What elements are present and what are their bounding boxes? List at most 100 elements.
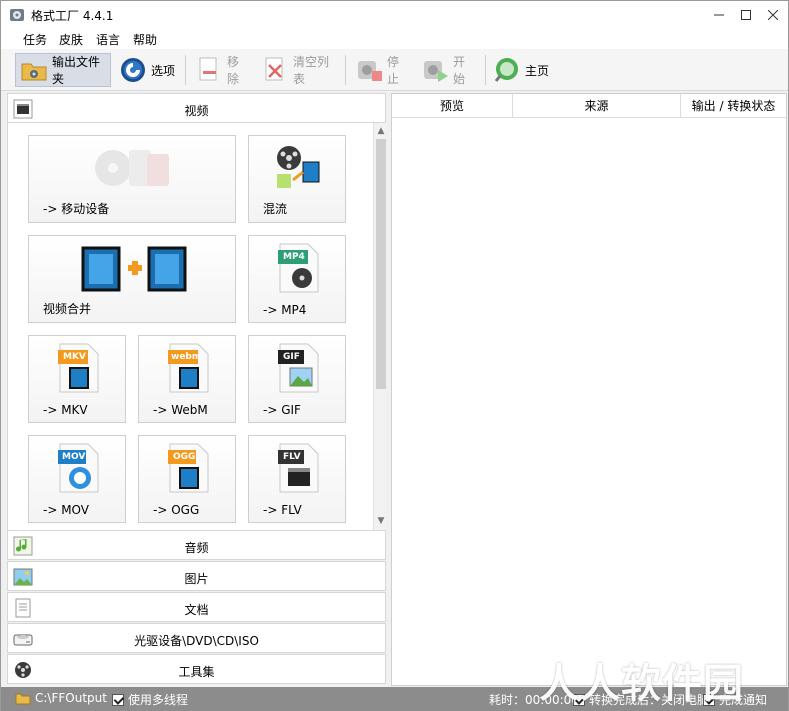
tile-merge-label: 视频合并 — [43, 302, 92, 316]
tile-mobile-device[interactable]: -> 移动设备 — [28, 135, 236, 223]
tile-mkv[interactable]: MKV -> MKV — [28, 335, 126, 423]
scroll-down-icon[interactable]: ▼ — [375, 515, 387, 527]
close-button[interactable] — [759, 1, 787, 29]
output-path: C:\FFOutput — [35, 691, 107, 705]
home-button[interactable]: 主页 — [489, 53, 555, 87]
folder-icon — [21, 63, 47, 81]
start-button[interactable]: 开始 — [417, 53, 479, 87]
task-list[interactable]: 预览 来源 输出 / 转换状态 — [391, 93, 787, 686]
category-tools[interactable]: 工具集 — [7, 654, 386, 684]
tile-mp4[interactable]: MP4 -> MP4 — [248, 235, 346, 323]
tile-mkv-label: -> MKV — [43, 403, 88, 417]
menu-help[interactable]: 帮助 — [133, 31, 157, 48]
multithread-toggle[interactable]: 使用多线程 — [112, 691, 188, 708]
tile-scrollbar[interactable]: ▲ ▼ — [373, 123, 386, 530]
minimize-button[interactable] — [705, 1, 733, 29]
mkv-file-icon — [58, 343, 99, 393]
menu-language[interactable]: 语言 — [96, 31, 120, 48]
flv-file-icon — [278, 443, 319, 493]
function-panel: 视频 -> 移动设备 混流 视频合并 MP4 -> MP4 MKV -> MKV… — [7, 93, 386, 686]
menu-task[interactable]: 任务 — [23, 31, 47, 48]
output-folder-label: 输出文件夹 — [52, 55, 101, 86]
multithread-checkbox[interactable] — [112, 693, 124, 706]
gif-badge-text: GIF — [283, 352, 300, 362]
toolbar: 输出文件夹 选项 移除 清空列表 停止 开始 主页 — [1, 49, 788, 91]
maximize-button[interactable] — [732, 1, 760, 29]
remove-document-icon — [199, 57, 217, 81]
tile-flv[interactable]: FLV -> FLV — [248, 435, 346, 523]
video-merge-icon — [81, 246, 187, 292]
menu-bar: 任务 皮肤 语言 帮助 — [1, 29, 788, 49]
category-tools-label: 工具集 — [178, 665, 215, 679]
window-title: 格式工厂 4.4.1 — [31, 9, 114, 23]
menu-skin[interactable]: 皮肤 — [59, 31, 83, 48]
tile-ogg[interactable]: OGG -> OGG — [138, 435, 236, 523]
stop-icon — [358, 61, 382, 81]
category-video[interactable]: 视频 — [7, 93, 386, 123]
scroll-up-icon[interactable]: ▲ — [375, 125, 387, 137]
tile-gif-label: -> GIF — [263, 403, 301, 417]
home-label: 主页 — [525, 63, 550, 78]
category-image-label: 图片 — [184, 572, 209, 586]
webm-file-icon — [168, 343, 209, 393]
mux-reel-icon — [277, 146, 320, 188]
category-image[interactable]: 图片 — [7, 561, 386, 591]
column-preview[interactable]: 预览 — [392, 94, 513, 118]
tile-ogg-label: -> OGG — [153, 503, 200, 517]
folder-small-icon — [15, 693, 31, 705]
options-label: 选项 — [151, 63, 176, 78]
video-tiles: -> 移动设备 混流 视频合并 MP4 -> MP4 MKV -> MKV we… — [7, 123, 373, 530]
tile-webm[interactable]: webm -> WebM — [138, 335, 236, 423]
mov-badge-text: MOV — [62, 452, 86, 462]
ogg-file-icon — [168, 443, 209, 493]
tile-mov[interactable]: MOV -> MOV — [28, 435, 126, 523]
output-folder-button[interactable]: 输出文件夹 — [15, 53, 111, 87]
multithread-label: 使用多线程 — [128, 693, 189, 707]
remove-label: 移除 — [227, 55, 240, 86]
home-globe-icon — [494, 58, 518, 82]
category-document-label: 文档 — [184, 603, 209, 617]
tile-video-merge[interactable]: 视频合并 — [28, 235, 236, 323]
maximize-icon — [741, 10, 751, 20]
stop-button[interactable]: 停止 — [351, 53, 413, 87]
scroll-thumb[interactable] — [376, 139, 386, 389]
clear-list-icon — [265, 57, 283, 81]
stop-label: 停止 — [387, 55, 400, 86]
category-audio[interactable]: 音频 — [7, 530, 386, 560]
tile-mux[interactable]: 混流 — [248, 135, 346, 223]
close-icon — [768, 10, 778, 20]
options-button[interactable]: 选项 — [115, 53, 179, 87]
tile-webm-label: -> WebM — [153, 403, 208, 417]
tile-flv-label: -> FLV — [263, 503, 302, 517]
category-optical-label: 光驱设备\DVD\CD\ISO — [134, 634, 259, 648]
category-video-label: 视频 — [184, 104, 209, 118]
clear-list-button[interactable]: 清空列表 — [257, 53, 341, 87]
category-document[interactable]: 文档 — [7, 592, 386, 622]
tile-mov-label: -> MOV — [43, 503, 89, 517]
tile-mp4-label: -> MP4 — [263, 303, 307, 317]
app-window: 格式工厂 4.4.1 任务 皮肤 语言 帮助 输出文件夹 选项 移除 清空列表 … — [0, 0, 789, 711]
start-icon — [424, 61, 448, 82]
column-output-status[interactable]: 输出 / 转换状态 — [681, 94, 786, 118]
column-source[interactable]: 来源 — [513, 94, 681, 118]
remove-button[interactable]: 移除 — [191, 53, 253, 87]
output-path-link[interactable]: C:\FFOutput — [15, 691, 107, 705]
mov-file-icon — [58, 443, 99, 493]
category-audio-label: 音频 — [184, 541, 209, 555]
mkv-badge-text: MKV — [63, 352, 86, 362]
category-optical[interactable]: 光驱设备\DVD\CD\ISO — [7, 623, 386, 653]
watermark-text: 人人软件园 — [539, 661, 744, 707]
options-gear-icon — [121, 58, 145, 82]
tile-mux-label: 混流 — [263, 202, 288, 216]
flv-badge-text: FLV — [283, 452, 301, 462]
toolbar-separator — [345, 55, 346, 85]
toolbar-separator — [485, 55, 486, 85]
mobile-device-icon — [95, 150, 169, 186]
toolbar-separator — [185, 55, 186, 85]
tile-gif[interactable]: GIF -> GIF — [248, 335, 346, 423]
ogg-badge-text: OGG — [173, 452, 196, 462]
start-label: 开始 — [453, 55, 466, 86]
webm-badge-text: webm — [171, 352, 202, 362]
clear-list-label: 清空列表 — [293, 55, 330, 86]
app-logo-icon — [10, 9, 24, 21]
